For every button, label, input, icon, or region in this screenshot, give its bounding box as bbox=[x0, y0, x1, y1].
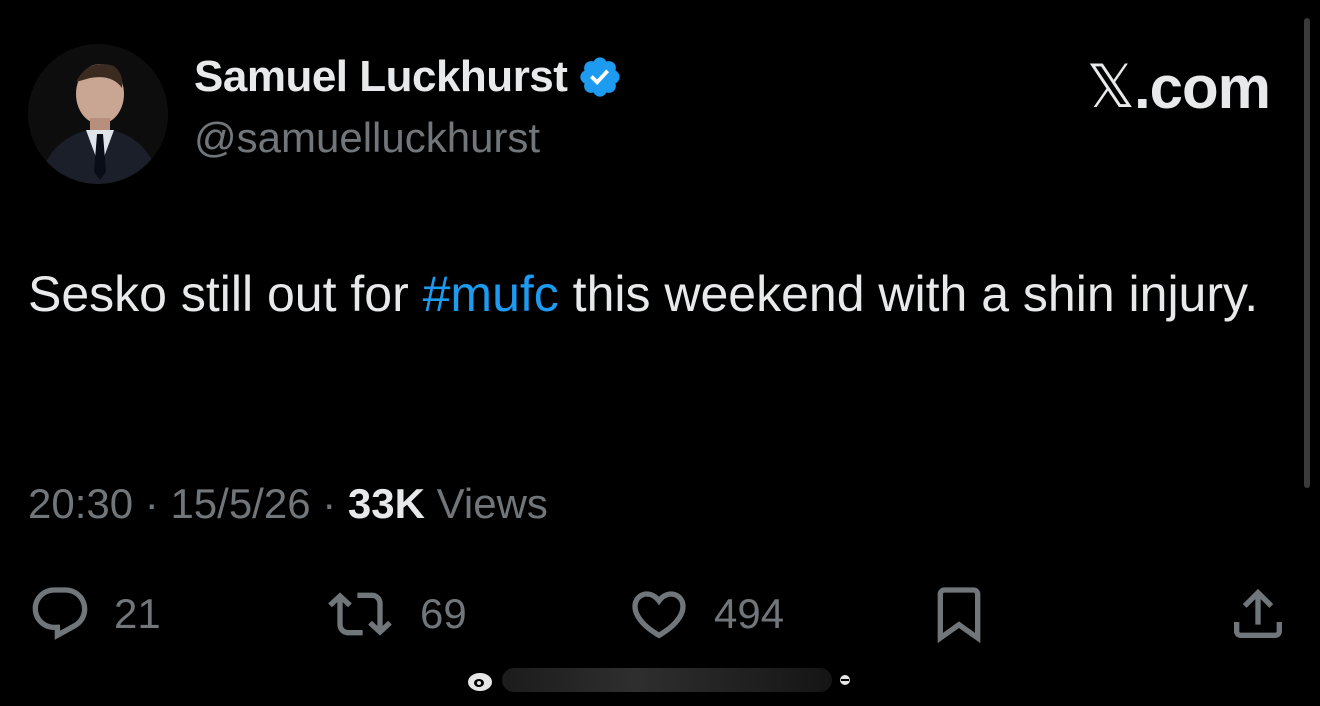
views-count: 33K bbox=[347, 480, 425, 527]
tweet-text-end: this weekend with a shin injury. bbox=[558, 266, 1259, 322]
share-icon bbox=[1234, 588, 1282, 638]
tweet-date[interactable]: 15/5/26 bbox=[170, 480, 310, 527]
bookmark-icon bbox=[937, 587, 981, 644]
share-button[interactable] bbox=[1224, 582, 1292, 646]
author-name-text: Samuel Luckhurst bbox=[194, 52, 568, 101]
repost-button[interactable]: 69 bbox=[322, 582, 467, 646]
tweet-time[interactable]: 20:30 bbox=[28, 480, 133, 527]
repost-count: 69 bbox=[420, 590, 467, 637]
scrollbar[interactable] bbox=[1304, 18, 1310, 488]
like-icon bbox=[632, 591, 686, 639]
brand-domain: .com bbox=[1133, 53, 1271, 121]
weibo-icon bbox=[468, 673, 492, 691]
author-display-name[interactable]: Samuel Luckhurst bbox=[194, 52, 623, 102]
reply-icon bbox=[32, 587, 88, 640]
action-bar: 21 69 494 bbox=[0, 578, 1320, 648]
bookmark-button[interactable] bbox=[924, 582, 994, 646]
meta-separator: · bbox=[310, 480, 348, 527]
repost-icon bbox=[328, 592, 392, 636]
views-label: Views bbox=[436, 480, 548, 527]
tweet-meta: 20:30 · 15/5/26 · 33K Views bbox=[28, 480, 548, 528]
reply-count: 21 bbox=[114, 590, 161, 637]
tweet-text-start: Sesko still out for bbox=[28, 266, 423, 322]
hashtag-link[interactable]: #mufc bbox=[423, 266, 559, 322]
reply-button[interactable]: 21 bbox=[28, 582, 161, 646]
watermark-blur bbox=[502, 668, 832, 692]
x-com-logo: 𝕏 .com bbox=[1086, 52, 1271, 122]
x-logo-glyph: 𝕏 bbox=[1086, 52, 1135, 122]
like-button[interactable]: 494 bbox=[626, 582, 784, 646]
watermark-end-glyph-icon bbox=[840, 675, 850, 685]
avatar-image bbox=[28, 44, 168, 184]
meta-separator: · bbox=[133, 480, 171, 527]
like-count: 494 bbox=[714, 590, 785, 637]
verified-badge-icon bbox=[580, 57, 621, 97]
watermark bbox=[466, 660, 852, 700]
avatar[interactable] bbox=[28, 44, 168, 184]
author-handle[interactable]: @samuelluckhurst bbox=[194, 114, 540, 162]
tweet-text: Sesko still out for #mufc this weekend w… bbox=[28, 258, 1268, 331]
